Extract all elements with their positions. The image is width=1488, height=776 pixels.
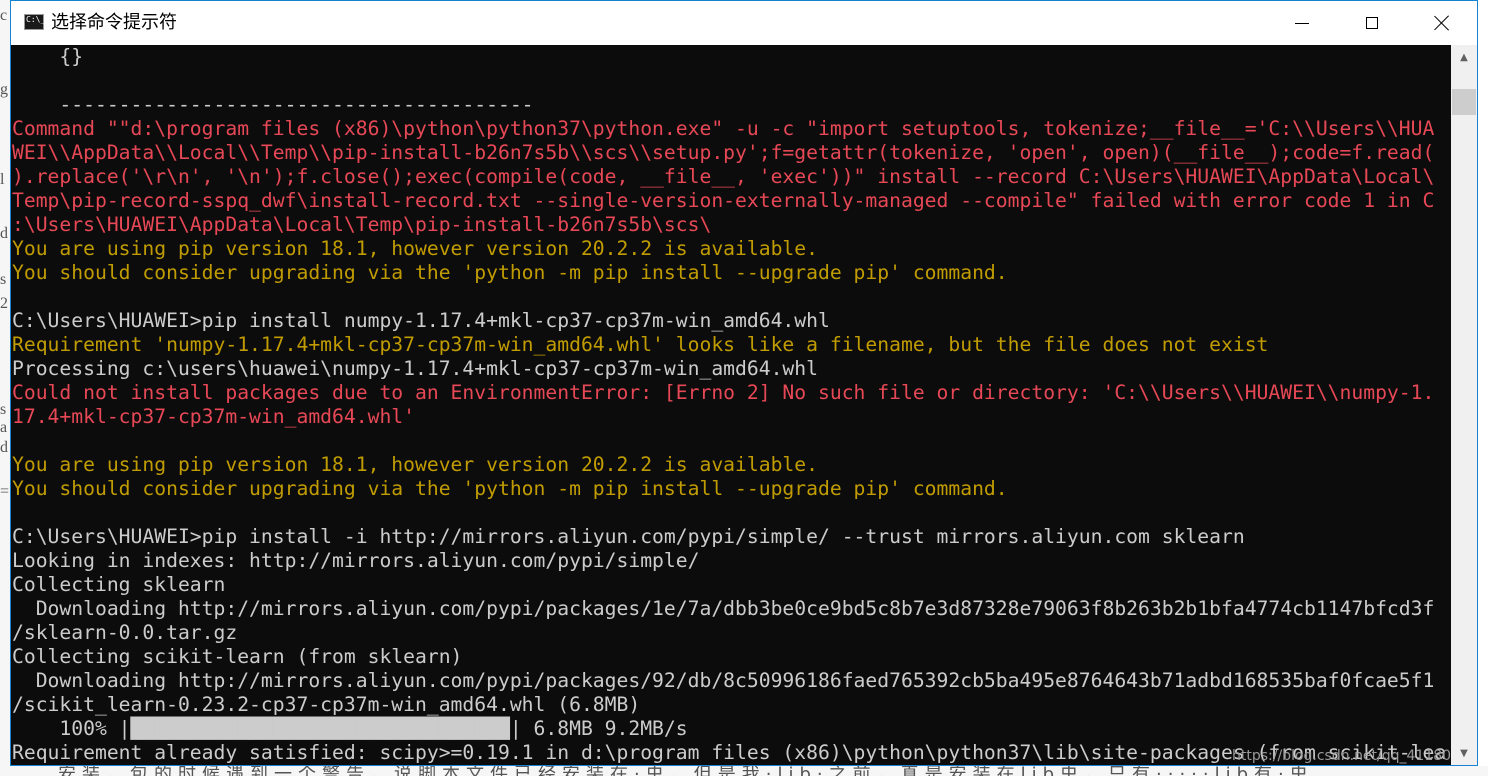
bg-glyph: g bbox=[0, 81, 8, 98]
scroll-down-arrow-icon[interactable]: ▼ bbox=[1451, 741, 1477, 765]
console-line: /sklearn-0.0.tar.gz bbox=[12, 621, 238, 644]
bg-glyph: 2 bbox=[0, 295, 8, 312]
console-line: ).replace('\r\n', '\n');f.close();exec(c… bbox=[12, 165, 1435, 188]
console-line: ---------------------------------------- bbox=[12, 93, 534, 116]
bg-glyph: l bbox=[0, 171, 5, 188]
console-line: You should consider upgrading via the 'p… bbox=[12, 477, 1008, 500]
window-title: 选择命令提示符 bbox=[51, 12, 177, 33]
console-line: Command ""d:\program files (x86)\python\… bbox=[12, 117, 1435, 140]
background-page-bottom-strip: 安装，包的时候遇到一个警告，说脚本文件已经安装在·虫，但是我·lib·之前，真是… bbox=[0, 766, 1488, 776]
console-line: Looking in indexes: http://mirrors.aliyu… bbox=[12, 549, 700, 572]
title-bar[interactable]: 选择命令提示符 bbox=[11, 1, 1477, 45]
maximize-icon bbox=[1366, 17, 1378, 29]
console-line: C:\Users\HUAWEI>pip install -i http://mi… bbox=[12, 525, 1245, 548]
console-line: Collecting scikit-learn (from sklearn) bbox=[12, 645, 463, 668]
scroll-thumb[interactable] bbox=[1452, 89, 1476, 115]
console-line: 100% |████████████████████████████████| … bbox=[12, 717, 688, 740]
console-output[interactable]: {} -------------------------------------… bbox=[11, 45, 1451, 765]
console-line: Downloading http://mirrors.aliyun.com/py… bbox=[12, 669, 1435, 692]
console-line: WEI\\AppData\\Local\\Temp\\pip-install-b… bbox=[12, 141, 1435, 164]
maximize-button[interactable] bbox=[1337, 1, 1407, 45]
scroll-up-arrow-icon[interactable]: ▲ bbox=[1451, 45, 1477, 69]
console-line: You are using pip version 18.1, however … bbox=[12, 453, 818, 476]
console-line: Processing c:\users\huawei\numpy-1.17.4+… bbox=[12, 357, 818, 380]
background-page-left-strip: c g l d s 2 s a d = bbox=[0, 0, 10, 776]
console-icon[interactable] bbox=[24, 14, 45, 30]
bg-glyph: c bbox=[0, 7, 8, 24]
bg-glyph: = bbox=[0, 483, 10, 500]
console-line: C:\Users\HUAWEI>pip install numpy-1.17.4… bbox=[12, 309, 830, 332]
vertical-scrollbar[interactable]: ▲ ▼ bbox=[1451, 45, 1477, 765]
console-line: You should consider upgrading via the 'p… bbox=[12, 261, 1008, 284]
bg-glyph: s bbox=[0, 401, 7, 418]
command-prompt-window: 选择命令提示符 {} -----------------------------… bbox=[10, 0, 1478, 766]
console-line: 17.4+mkl-cp37-cp37m-win_amd64.whl' bbox=[12, 405, 415, 428]
bg-glyph: d bbox=[0, 439, 8, 456]
minimize-button[interactable] bbox=[1267, 1, 1337, 45]
csdn-watermark: https://blog.csdn.net/qq_41180 bbox=[1232, 748, 1452, 764]
console-line: {} bbox=[12, 45, 84, 68]
console-line: :\Users\HUAWEI\AppData\Local\Temp\pip-in… bbox=[12, 213, 712, 236]
console-line: Requirement 'numpy-1.17.4+mkl-cp37-cp37m… bbox=[12, 333, 1269, 356]
console-line: Temp\pip-record-sspq_dwf\install-record.… bbox=[12, 189, 1435, 212]
bg-glyph: d bbox=[0, 225, 8, 242]
console-line: Collecting sklearn bbox=[12, 573, 226, 596]
close-icon bbox=[1434, 15, 1450, 31]
close-button[interactable] bbox=[1407, 1, 1477, 45]
console-line: /scikit_learn-0.23.2-cp37-cp37m-win_amd6… bbox=[12, 693, 641, 716]
background-paragraph: 安装，包的时候遇到一个警告，说脚本文件已经安装在·虫，但是我·lib·之前，真是… bbox=[58, 766, 1314, 776]
bg-glyph: a bbox=[0, 419, 8, 436]
console-line: Downloading http://mirrors.aliyun.com/py… bbox=[12, 597, 1435, 620]
bg-glyph: s bbox=[0, 271, 7, 288]
minimize-icon bbox=[1295, 22, 1309, 24]
console-line: Could not install packages due to an Env… bbox=[12, 381, 1435, 404]
console-line: You are using pip version 18.1, however … bbox=[12, 237, 818, 260]
